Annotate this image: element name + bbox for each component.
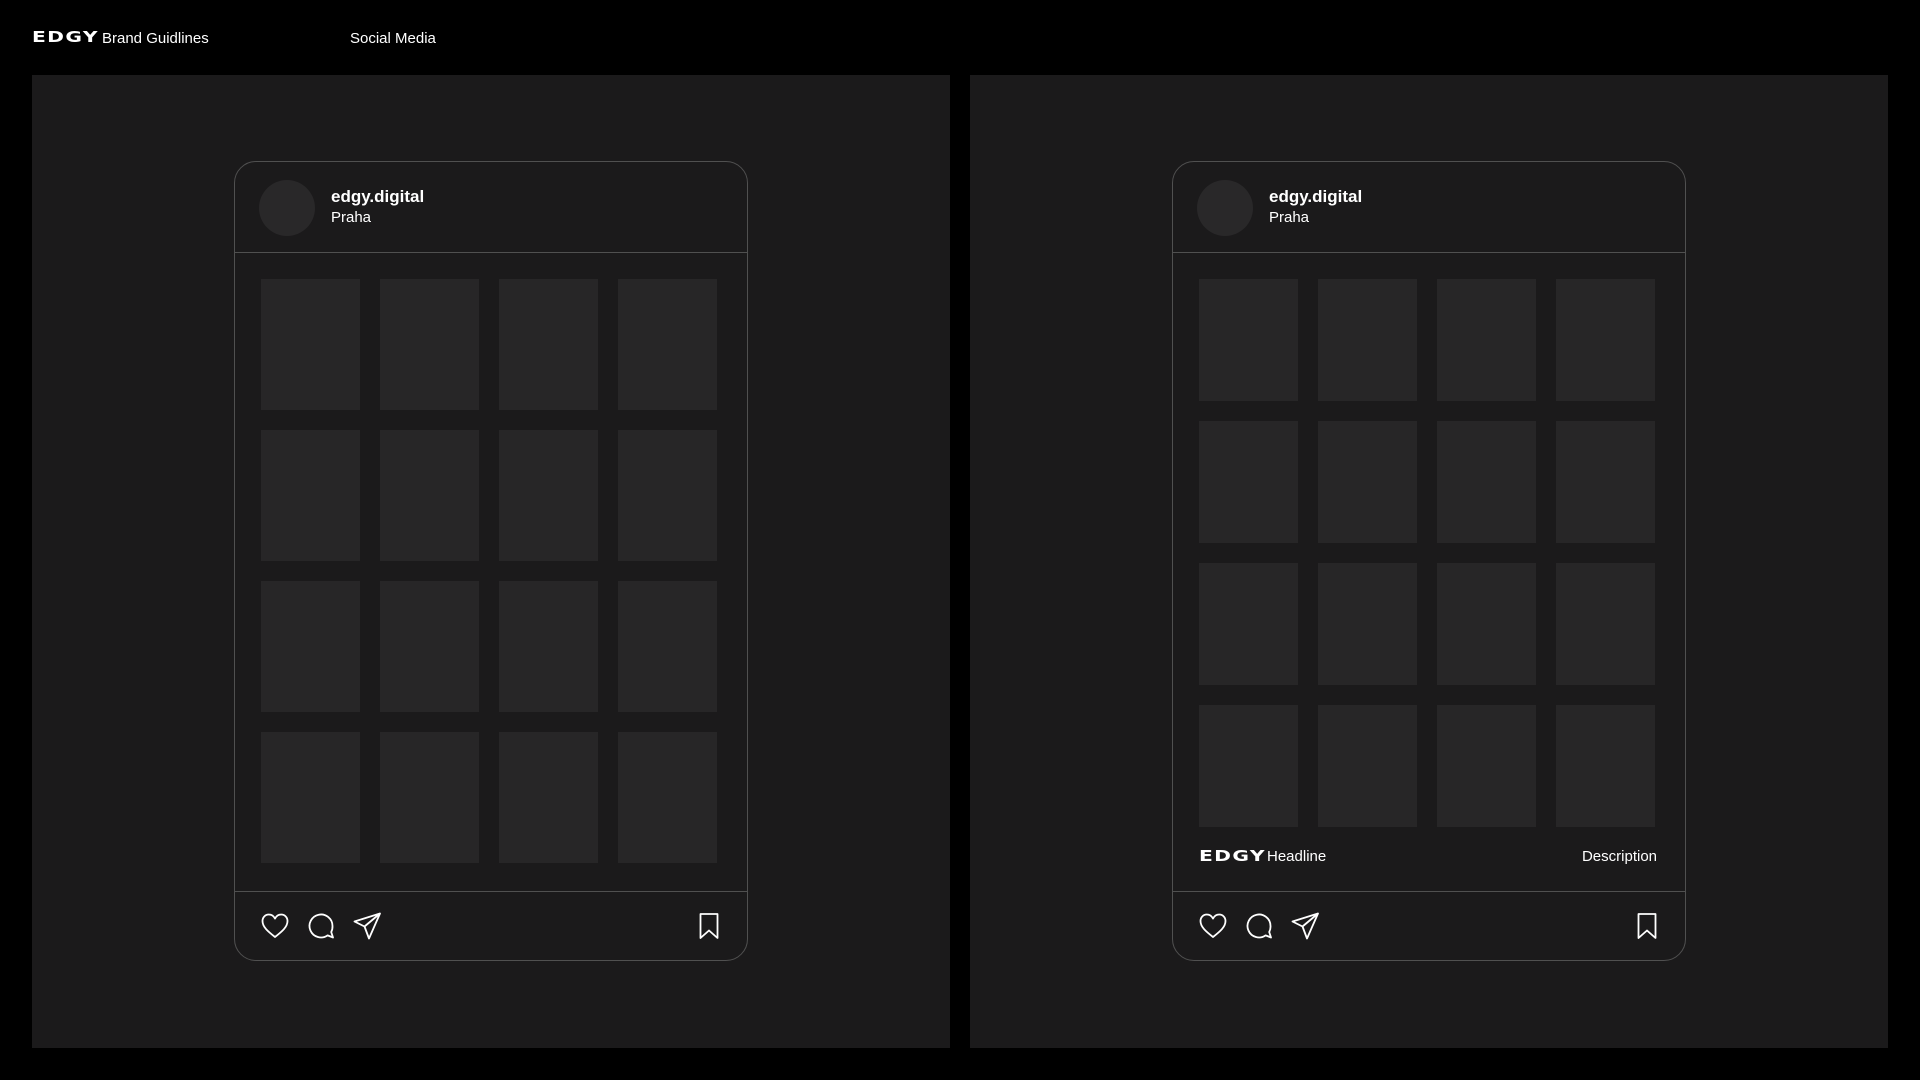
username[interactable]: edgy.digital — [1269, 187, 1362, 207]
tile-grid — [1199, 279, 1657, 827]
location[interactable]: Praha — [331, 209, 371, 226]
post-image: EDGY Headline Description — [1173, 252, 1685, 892]
brand-title: Brand Guidlines — [102, 30, 209, 47]
grid-tile — [499, 732, 598, 863]
heart-icon[interactable] — [1197, 910, 1229, 942]
location[interactable]: Praha — [1269, 209, 1309, 226]
grid-tile — [1318, 279, 1417, 401]
grid-tile — [380, 279, 479, 410]
post-mockup-grid: edgy.digital Praha — [234, 161, 748, 961]
caption-logo: EDGY — [1199, 847, 1266, 865]
post-actions — [235, 892, 747, 960]
grid-tile — [1199, 421, 1298, 543]
top-bar: EDGY Brand Guidlines Social Media — [32, 26, 1888, 50]
bookmark-icon[interactable] — [1631, 910, 1663, 942]
post-actions — [1173, 892, 1685, 960]
grid-tile — [1556, 705, 1655, 827]
grid-tile — [261, 279, 360, 410]
post-mockup-captioned: edgy.digital Praha EDGY Headline Descrip… — [1172, 161, 1686, 961]
bookmark-icon[interactable] — [693, 910, 725, 942]
caption-description: Description — [1581, 848, 1657, 865]
panel-left: edgy.digital Praha — [32, 75, 950, 1048]
section-title: Social Media — [350, 30, 436, 47]
grid-tile — [499, 581, 598, 712]
post-caption: EDGY Headline Description — [1199, 844, 1657, 868]
grid-tile — [1437, 563, 1536, 685]
comment-icon[interactable] — [1243, 910, 1275, 942]
grid-tile — [1318, 563, 1417, 685]
grid-tile — [499, 430, 598, 561]
caption-headline: Headline — [1267, 848, 1327, 865]
post-header: edgy.digital Praha — [235, 162, 747, 252]
grid-tile — [1318, 705, 1417, 827]
avatar[interactable] — [259, 180, 315, 236]
grid-tile — [499, 279, 598, 410]
grid-tile — [261, 732, 360, 863]
grid-tile — [261, 430, 360, 561]
grid-tile — [618, 430, 717, 561]
grid-tile — [1437, 279, 1536, 401]
grid-tile — [1437, 421, 1536, 543]
grid-tile — [261, 581, 360, 712]
grid-tile — [618, 581, 717, 712]
grid-tile — [1199, 705, 1298, 827]
grid-tile — [1199, 563, 1298, 685]
brand-logo: EDGY — [32, 28, 99, 46]
grid-tile — [1556, 563, 1655, 685]
send-icon[interactable] — [1289, 910, 1321, 942]
grid-tile — [380, 581, 479, 712]
grid-tile — [380, 732, 479, 863]
grid-tile — [1556, 279, 1655, 401]
grid-tile — [1437, 705, 1536, 827]
heart-icon[interactable] — [259, 910, 291, 942]
tile-grid — [261, 279, 719, 865]
panel-right: edgy.digital Praha EDGY Headline Descrip… — [970, 75, 1888, 1048]
grid-tile — [1556, 421, 1655, 543]
avatar[interactable] — [1197, 180, 1253, 236]
grid-tile — [618, 732, 717, 863]
username[interactable]: edgy.digital — [331, 187, 424, 207]
grid-tile — [1318, 421, 1417, 543]
post-image — [235, 252, 747, 892]
grid-tile — [380, 430, 479, 561]
grid-tile — [1199, 279, 1298, 401]
comment-icon[interactable] — [305, 910, 337, 942]
send-icon[interactable] — [351, 910, 383, 942]
post-header: edgy.digital Praha — [1173, 162, 1685, 252]
grid-tile — [618, 279, 717, 410]
